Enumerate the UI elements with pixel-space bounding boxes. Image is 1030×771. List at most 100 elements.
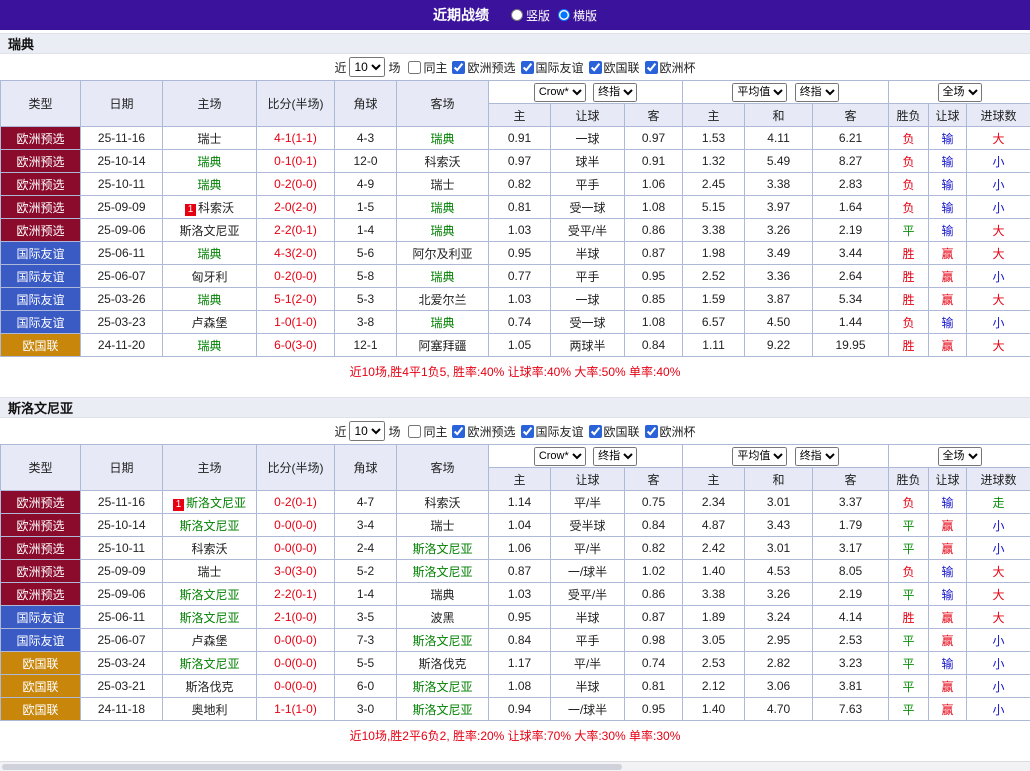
away-team-name[interactable]: 斯洛文尼亚: [412, 542, 472, 556]
filter-checkbox[interactable]: 同主: [408, 59, 447, 76]
home-team-name[interactable]: 科索沃: [191, 542, 227, 556]
home-team-name[interactable]: 奥地利: [191, 703, 227, 717]
away-team-name[interactable]: 斯洛文尼亚: [412, 680, 472, 694]
home-team-name[interactable]: 斯洛文尼亚: [179, 224, 239, 238]
home-team-name[interactable]: 斯洛文尼亚: [179, 588, 239, 602]
away-team-name[interactable]: 斯洛伐克: [418, 657, 466, 671]
odds-time-select[interactable]: 终指: [593, 447, 637, 466]
result-winloss: 负: [889, 560, 929, 583]
home-team-name[interactable]: 瑞典: [197, 178, 221, 192]
filter-checkbox-input[interactable]: [645, 61, 658, 74]
home-team-name[interactable]: 匈牙利: [191, 270, 227, 284]
filter-checkbox[interactable]: 欧国联: [589, 59, 640, 76]
home-team-name[interactable]: 瑞典: [197, 339, 221, 353]
score: 0-0(0-0): [257, 629, 335, 652]
sub-header: 进球数: [967, 468, 1030, 491]
home-team-cell: 瑞典: [163, 288, 257, 311]
home-team-name[interactable]: 斯洛文尼亚: [179, 611, 239, 625]
avg-draw: 3.38: [745, 173, 813, 196]
odds-source-select[interactable]: Crow*: [534, 447, 586, 466]
filter-checkbox-input[interactable]: [521, 425, 534, 438]
view-option-horizontal[interactable]: 横版: [558, 7, 597, 24]
filter-checkbox-input[interactable]: [645, 425, 658, 438]
home-team-name[interactable]: 斯洛伐克: [185, 680, 233, 694]
scope-select[interactable]: 全场: [938, 447, 982, 466]
odds-home: 0.95: [489, 242, 551, 265]
horizontal-scrollbar[interactable]: [0, 761, 1030, 771]
home-team-cell: 瑞典: [163, 173, 257, 196]
home-team-name[interactable]: 瑞典: [197, 293, 221, 307]
filter-checkbox-input[interactable]: [408, 425, 421, 438]
view-radio[interactable]: [511, 9, 523, 21]
avg-source-select[interactable]: 平均值: [732, 447, 787, 466]
home-team-name[interactable]: 瑞士: [197, 565, 221, 579]
filter-checkbox[interactable]: 欧国联: [589, 423, 640, 440]
home-team-name[interactable]: 斯洛文尼亚: [179, 657, 239, 671]
avg-time-select[interactable]: 终指: [795, 447, 839, 466]
filter-checkbox-input[interactable]: [452, 61, 465, 74]
filter-checkbox-input[interactable]: [589, 61, 602, 74]
result-winloss: 胜: [889, 606, 929, 629]
match-count-select[interactable]: 10: [349, 421, 385, 441]
away-team-name[interactable]: 波黑: [430, 611, 454, 625]
filter-checkbox[interactable]: 欧洲杯: [645, 59, 696, 76]
away-team-cell: 瑞士: [397, 514, 489, 537]
away-team-name[interactable]: 瑞士: [430, 519, 454, 533]
away-team-name[interactable]: 北爱尔兰: [418, 293, 466, 307]
home-team-name[interactable]: 瑞典: [197, 155, 221, 169]
away-team-name[interactable]: 科索沃: [424, 496, 460, 510]
home-team-name[interactable]: 科索沃: [198, 201, 234, 215]
home-team-name[interactable]: 斯洛文尼亚: [186, 496, 246, 510]
away-team-cell: 斯洛伐克: [397, 652, 489, 675]
away-team-name[interactable]: 瑞典: [430, 270, 454, 284]
away-team-name[interactable]: 阿尔及利亚: [412, 247, 472, 261]
away-team-name[interactable]: 瑞典: [430, 316, 454, 330]
filter-checkbox-input[interactable]: [589, 425, 602, 438]
score: 6-0(3-0): [257, 334, 335, 357]
result-winloss: 平: [889, 675, 929, 698]
filter-checkbox[interactable]: 同主: [408, 423, 447, 440]
view-radio[interactable]: [558, 9, 570, 21]
home-team-name[interactable]: 瑞典: [197, 247, 221, 261]
away-team-name[interactable]: 瑞典: [430, 224, 454, 238]
away-team-name[interactable]: 斯洛文尼亚: [412, 703, 472, 717]
away-team-name[interactable]: 瑞典: [430, 588, 454, 602]
scope-select[interactable]: 全场: [938, 83, 982, 102]
filter-checkbox[interactable]: 欧洲杯: [645, 423, 696, 440]
avg-away: 3.44: [813, 242, 889, 265]
away-team-name[interactable]: 瑞士: [430, 178, 454, 192]
odds-away: 0.95: [625, 265, 683, 288]
avg-time-select[interactable]: 终指: [795, 83, 839, 102]
home-team-name[interactable]: 卢森堡: [191, 316, 227, 330]
result-goals: 大: [967, 560, 1030, 583]
home-team-name[interactable]: 斯洛文尼亚: [179, 519, 239, 533]
match-date: 24-11-18: [81, 698, 163, 721]
filter-checkbox-input[interactable]: [521, 61, 534, 74]
away-team-name[interactable]: 瑞典: [430, 132, 454, 146]
col-header: 比分(半场): [257, 81, 335, 127]
away-team-name[interactable]: 科索沃: [424, 155, 460, 169]
score: 3-0(3-0): [257, 560, 335, 583]
match-type: 欧洲预选: [1, 537, 81, 560]
odds-source-select[interactable]: Crow*: [534, 83, 586, 102]
avg-source-select[interactable]: 平均值: [732, 83, 787, 102]
match-count-select[interactable]: 10: [349, 57, 385, 77]
filter-checkbox[interactable]: 欧洲预选: [452, 59, 515, 76]
filter-checkbox[interactable]: 国际友谊: [521, 59, 584, 76]
home-team-name[interactable]: 瑞士: [197, 132, 221, 146]
away-team-name[interactable]: 阿塞拜疆: [418, 339, 466, 353]
away-team-name[interactable]: 斯洛文尼亚: [412, 634, 472, 648]
sub-header: 胜负: [889, 468, 929, 491]
filter-checkbox-input[interactable]: [452, 425, 465, 438]
view-option-vertical[interactable]: 竖版: [511, 7, 550, 24]
scrollbar-thumb[interactable]: [2, 764, 622, 770]
filter-checkbox-input[interactable]: [408, 61, 421, 74]
home-team-name[interactable]: 卢森堡: [191, 634, 227, 648]
away-team-name[interactable]: 斯洛文尼亚: [412, 565, 472, 579]
result-handicap: 输: [929, 173, 967, 196]
away-team-name[interactable]: 瑞典: [430, 201, 454, 215]
odds-time-select[interactable]: 终指: [593, 83, 637, 102]
filter-checkbox[interactable]: 国际友谊: [521, 423, 584, 440]
result-handicap: 输: [929, 491, 967, 514]
filter-checkbox[interactable]: 欧洲预选: [452, 423, 515, 440]
